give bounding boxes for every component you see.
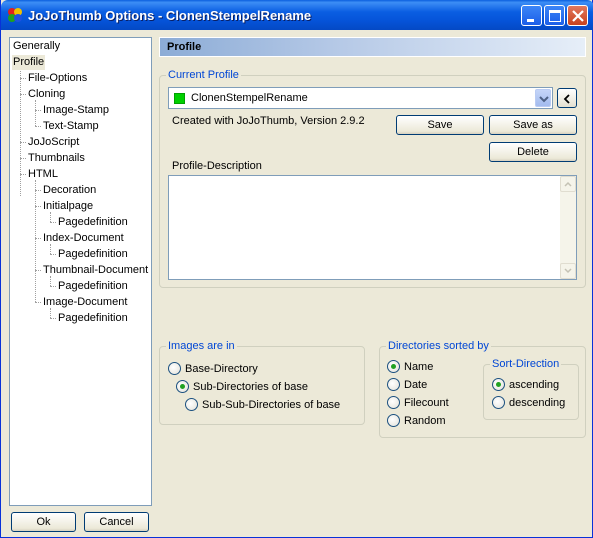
tree-connector — [50, 254, 56, 255]
tree-item-decoration[interactable]: Decoration — [42, 183, 97, 198]
tree-item-file-options[interactable]: File-Options — [27, 71, 88, 86]
sort-date-radio[interactable] — [387, 378, 400, 391]
chevron-down-icon — [539, 96, 549, 103]
chevron-up-icon — [564, 181, 572, 187]
descending-label[interactable]: descending — [509, 397, 565, 410]
save-as-button[interactable]: Save as — [489, 115, 577, 135]
tree-connector — [35, 180, 36, 302]
tree-item-html[interactable]: HTML — [27, 167, 59, 182]
sort-direction-title: Sort-Direction — [490, 358, 562, 371]
profile-select[interactable]: ClonenStempelRename — [168, 87, 553, 109]
tree-item-initialpage[interactable]: Initialpage — [42, 199, 94, 214]
close-button[interactable] — [567, 5, 588, 26]
delete-button[interactable]: Delete — [489, 142, 577, 162]
scroll-down-button[interactable] — [560, 263, 576, 279]
sub-directories-label[interactable]: Sub-Directories of base — [193, 381, 308, 394]
maximize-button[interactable] — [544, 5, 565, 26]
tree-connector — [50, 318, 56, 319]
options-window: JoJoThumb Options - ClonenStempelRename — [0, 0, 593, 538]
tree-connector — [20, 142, 26, 143]
tree-item-profile[interactable]: Profile — [12, 55, 46, 70]
cancel-button[interactable]: Cancel — [84, 512, 149, 532]
tree-connector — [35, 110, 41, 111]
maximize-icon — [549, 10, 561, 22]
sort-filecount-label[interactable]: Filecount — [404, 397, 449, 410]
base-directory-label[interactable]: Base-Directory — [185, 363, 258, 376]
close-icon — [572, 10, 584, 22]
tree-item-initialpage-pagedefinition[interactable]: Pagedefinition — [57, 215, 129, 230]
tree-item-image-pagedefinition[interactable]: Pagedefinition — [57, 311, 129, 326]
chevron-down-icon — [564, 268, 572, 274]
title-bar[interactable]: JoJoThumb Options - ClonenStempelRename — [1, 0, 593, 30]
description-label: Profile-Description — [172, 160, 262, 172]
profile-select-value: ClonenStempelRename — [191, 92, 308, 104]
scroll-up-button[interactable] — [560, 176, 576, 192]
tree-connector — [35, 206, 41, 207]
tree-item-thumbnail-pagedefinition[interactable]: Pagedefinition — [57, 279, 129, 294]
tree-connector — [35, 302, 41, 303]
tree-item-cloning[interactable]: Cloning — [27, 87, 66, 102]
tree-item-thumbnails[interactable]: Thumbnails — [27, 151, 86, 166]
tree-connector — [20, 94, 26, 95]
tree-connector — [35, 100, 36, 126]
tree-connector — [35, 270, 41, 271]
base-directory-radio[interactable] — [168, 362, 181, 375]
tree-item-text-stamp[interactable]: Text-Stamp — [42, 119, 100, 134]
tree-item-thumbnail-document[interactable]: Thumbnail-Document — [42, 263, 149, 278]
tree-connector — [35, 238, 41, 239]
current-profile-group-title: Current Profile — [166, 69, 241, 82]
chevron-left-icon — [563, 94, 570, 104]
sort-date-label[interactable]: Date — [404, 379, 427, 392]
tree-connector — [35, 126, 41, 127]
tree-connector — [20, 174, 26, 175]
tree-connector — [20, 68, 21, 196]
sort-name-radio[interactable] — [387, 360, 400, 373]
description-scrollbar[interactable] — [560, 176, 576, 279]
profile-color-swatch — [174, 93, 185, 104]
descending-radio[interactable] — [492, 396, 505, 409]
section-header-label: Profile — [167, 41, 202, 53]
tree-connector — [20, 158, 26, 159]
created-with-text: Created with JoJoThumb, Version 2.9.2 — [172, 115, 365, 127]
sub-sub-directories-radio[interactable] — [185, 398, 198, 411]
tree-item-image-document[interactable]: Image-Document — [42, 295, 128, 310]
images-are-in-title: Images are in — [166, 340, 237, 353]
minimize-button[interactable] — [521, 5, 542, 26]
minimize-icon — [527, 19, 534, 22]
sort-name-label[interactable]: Name — [404, 361, 433, 374]
tree-connector — [50, 286, 56, 287]
tree-item-jojoscript[interactable]: JoJoScript — [27, 135, 80, 150]
save-button[interactable]: Save — [396, 115, 484, 135]
tree-connector — [20, 78, 26, 79]
section-header: Profile — [159, 37, 586, 57]
ascending-label[interactable]: ascending — [509, 379, 559, 392]
sub-directories-radio[interactable] — [176, 380, 189, 393]
tree-connector — [35, 190, 41, 191]
tree-item-image-stamp[interactable]: Image-Stamp — [42, 103, 110, 118]
sort-random-radio[interactable] — [387, 414, 400, 427]
tree-item-index-document[interactable]: Index-Document — [42, 231, 125, 246]
app-logo-icon — [8, 8, 22, 22]
ascending-radio[interactable] — [492, 378, 505, 391]
window-title: JoJoThumb Options - ClonenStempelRename — [28, 8, 312, 23]
previous-profile-button[interactable] — [557, 88, 577, 108]
sort-filecount-radio[interactable] — [387, 396, 400, 409]
tree-item-index-pagedefinition[interactable]: Pagedefinition — [57, 247, 129, 262]
directories-sorted-by-title: Directories sorted by — [386, 340, 491, 353]
ok-button[interactable]: Ok — [11, 512, 76, 532]
options-tree[interactable]: Generally Profile File-Options Cloning I… — [9, 37, 152, 506]
profile-description-textarea[interactable] — [168, 175, 577, 280]
tree-item-generally[interactable]: Generally — [12, 39, 61, 54]
sub-sub-directories-label[interactable]: Sub-Sub-Directories of base — [202, 399, 340, 412]
tree-connector — [50, 222, 56, 223]
sort-direction-group — [483, 364, 579, 420]
sort-random-label[interactable]: Random — [404, 415, 446, 428]
dropdown-arrow-button[interactable] — [535, 89, 551, 107]
